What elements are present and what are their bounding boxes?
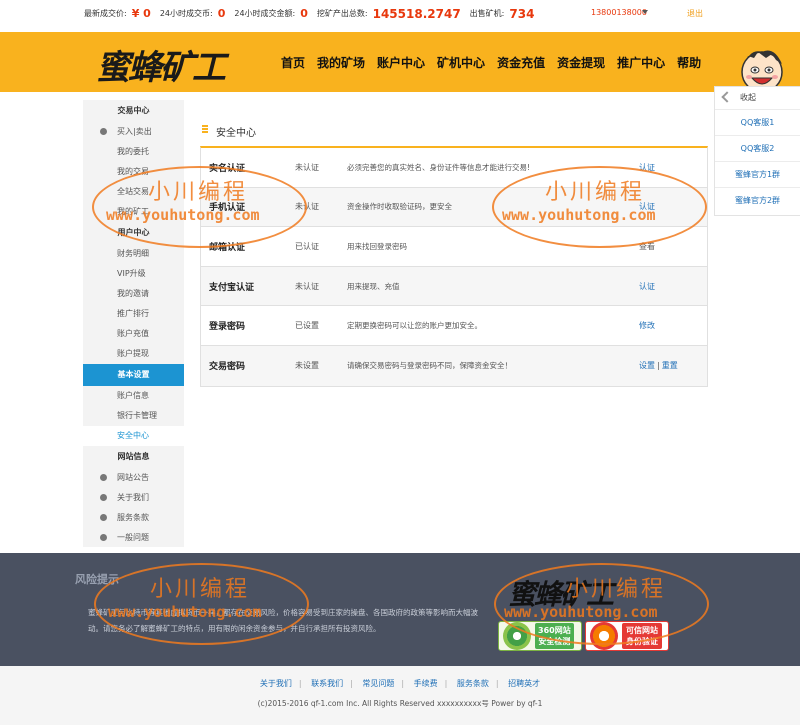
row-name: 登录密码: [209, 322, 246, 333]
qq-service-2[interactable]: QQ客服2: [715, 135, 800, 161]
nav-home[interactable]: 首页: [281, 54, 305, 71]
site-header: 蜜蜂矿工 首页 我的矿场 账户中心 矿机中心 资金充值 资金提现 推广中心 帮助: [0, 32, 800, 93]
sidebar-item-about[interactable]: 关于我们: [83, 488, 184, 508]
footer-link-fees[interactable]: 手续费: [414, 679, 438, 688]
footer-link-about[interactable]: 关于我们: [260, 679, 292, 688]
sidebar-item-faq[interactable]: 一般问题: [83, 528, 184, 548]
latest-price-label: 最新成交价:: [84, 9, 127, 18]
row-desc: 请确保交易密码与登录密码不同，保障资金安全！: [347, 361, 512, 371]
nav-withdraw[interactable]: 资金提现: [557, 54, 605, 71]
miners-label: 出售矿机:: [469, 9, 505, 18]
site-logo[interactable]: 蜜蜂矿工: [96, 40, 226, 89]
watermark-url: www.youhutong.com: [504, 603, 658, 621]
copyright: (c)2015-2016 qf-1.com Inc. All Rights Re…: [257, 699, 543, 708]
watermark-text: 小川编程: [150, 577, 251, 602]
footer-link-faq[interactable]: 常见问题: [362, 679, 394, 688]
sidebar-item-terms[interactable]: 服务条款: [83, 508, 184, 528]
row-name: 支付宝认证: [209, 282, 255, 293]
sidebar-group-site: 网站信息: [117, 452, 150, 461]
sidebar-item-finance[interactable]: 财务明细: [83, 244, 184, 264]
nav-promotion[interactable]: 推广中心: [617, 54, 665, 71]
official-group-1[interactable]: 蜜蜂官方1群: [715, 161, 800, 187]
table-row: 登录密码 已设置 定期更换密码可以让您的账户更加安全。 修改: [201, 306, 707, 346]
sidebar-item-rank[interactable]: 推广排行: [83, 304, 184, 324]
vol24-label: 24小时成交币:: [159, 9, 213, 18]
watermark-text: 小川编程: [545, 180, 646, 205]
collapse-button[interactable]: 收起: [715, 87, 800, 109]
watermark-url: www.youhutong.com: [108, 603, 262, 621]
miners-value: 734: [509, 6, 535, 21]
row-name: 交易密码: [209, 362, 246, 373]
service-float-panel: 收起 QQ客服1 QQ客服2 蜜蜂官方1群 蜜蜂官方2群: [714, 86, 800, 216]
sidebar-item-buy-sell[interactable]: 买入|卖出: [83, 122, 184, 142]
sidebar-item-withdraw[interactable]: 账户提现: [83, 344, 184, 364]
footer-link-contact[interactable]: 联系我们: [311, 679, 343, 688]
user-account-link[interactable]: 13800138000: [591, 8, 647, 17]
row-status: 未认证: [295, 281, 319, 291]
table-row: 交易密码 未设置 请确保交易密码与登录密码不同，保障资金安全！ 设置 | 重置: [201, 345, 707, 386]
latest-price-value: ¥ 0: [131, 7, 151, 20]
row-status: 未设置: [295, 361, 319, 371]
sidebar-item-security[interactable]: 安全中心: [83, 426, 184, 446]
chevron-down-icon[interactable]: [642, 10, 648, 14]
row-status: 已认证: [295, 241, 319, 251]
mined-value: 145518.2747: [372, 6, 461, 21]
sidebar-item-orders[interactable]: 我的委托: [83, 142, 184, 162]
row-status: 已设置: [295, 321, 319, 331]
verify-link[interactable]: 认证: [639, 282, 655, 291]
set-link[interactable]: 设置: [639, 361, 655, 370]
sidebar-item-vip[interactable]: VIP升级: [83, 264, 184, 284]
footer-link-terms[interactable]: 服务条款: [457, 679, 489, 688]
logout-link[interactable]: 退出: [687, 8, 703, 19]
table-row: 支付宝认证 未认证 用来提现、充值 认证: [201, 266, 707, 307]
reset-link[interactable]: 重置: [662, 361, 678, 370]
mined-label: 挖矿产出总数:: [316, 9, 368, 18]
nav-miners[interactable]: 矿机中心: [437, 54, 485, 71]
main-nav: 首页 我的矿场 账户中心 矿机中心 资金充值 资金提现 推广中心 帮助: [281, 54, 713, 71]
sidebar-item-notice[interactable]: 网站公告: [83, 468, 184, 488]
sidebar-item-bank-card[interactable]: 银行卡管理: [83, 406, 184, 426]
amount24-value: 0: [300, 7, 308, 20]
nav-deposit[interactable]: 资金充值: [497, 54, 545, 71]
row-desc: 定期更换密码可以让您的账户更加安全。: [347, 321, 482, 331]
nav-help[interactable]: 帮助: [677, 54, 701, 71]
qq-service-1[interactable]: QQ客服1: [715, 109, 800, 135]
watermark-url: www.youhutong.com: [502, 206, 656, 224]
nav-account[interactable]: 账户中心: [377, 54, 425, 71]
row-status: 未认证: [295, 162, 319, 172]
site-footer: 关于我们 | 联系我们 | 常见问题 | 手续费 | 服务条款 | 招聘英才 (c)201…: [0, 666, 800, 725]
vol24-value: 0: [217, 7, 226, 20]
watermark-text: 小川编程: [566, 577, 667, 602]
sidebar-item-recharge[interactable]: 账户充值: [83, 324, 184, 344]
sidebar-item-invite[interactable]: 我的邀请: [83, 284, 184, 304]
official-group-2[interactable]: 蜜蜂官方2群: [715, 187, 800, 213]
watermark-text: 小川编程: [148, 180, 249, 205]
page-title: 安全中心: [202, 124, 256, 139]
modify-link[interactable]: 修改: [639, 321, 655, 330]
footer-link-jobs[interactable]: 招聘英才: [508, 679, 540, 688]
row-desc: 用来提现、充值: [347, 281, 400, 291]
footer-links: 关于我们 | 联系我们 | 常见问题 | 手续费 | 服务条款 | 招聘英才: [259, 679, 541, 688]
sidebar-group-basic: 基本设置: [83, 364, 184, 386]
watermark-url: www.youhutong.com: [106, 206, 260, 224]
sidebar-group-trade: 交易中心: [117, 106, 150, 115]
stats-bar: 最新成交价: ¥ 0 24小时成交币: 0 24小时成交金额: 0 挖矿产出总数…: [0, 0, 800, 27]
sidebar-item-account-info[interactable]: 账户信息: [83, 386, 184, 406]
nav-my-mine[interactable]: 我的矿场: [317, 54, 365, 71]
amount24-label: 24小时成交金额:: [234, 9, 296, 18]
